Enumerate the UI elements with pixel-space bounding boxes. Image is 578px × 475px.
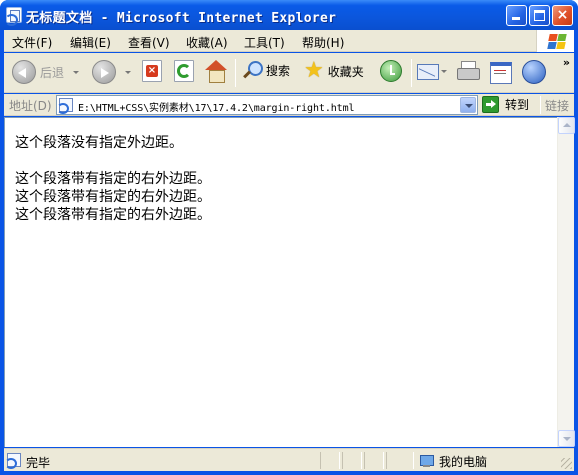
back-dropdown-icon[interactable] [73,70,80,74]
zone-label: 我的电脑 [439,455,488,469]
menu-view[interactable]: 查看(V) [128,34,170,51]
page-icon [57,98,73,114]
scroll-down-icon[interactable] [558,430,575,447]
forward-button[interactable] [92,60,131,84]
search-icon [242,60,263,80]
minimize-icon [512,17,520,20]
maximize-icon [534,10,545,21]
go-button[interactable]: 转到 [482,96,529,113]
vertical-scrollbar[interactable] [557,117,575,447]
menu-tools[interactable]: 工具(T) [244,34,285,51]
printer-icon [456,60,480,82]
address-dropdown-icon[interactable] [460,97,476,113]
paragraph-right-margin: 这个段落带有指定的右外边距。 [15,171,211,187]
close-icon: × [556,7,569,23]
edit-button[interactable] [488,60,512,84]
close-button[interactable]: × [552,5,573,26]
toolbar-separator [235,59,236,87]
refresh-icon [174,60,194,82]
back-arrow-icon [12,60,36,84]
security-zone[interactable]: 我的电脑 [419,453,487,470]
history-button[interactable] [380,60,402,82]
address-bar: 地址(D) E:\HTML+CSS\实例素材\17\17.4.2\margin-… [4,94,574,116]
home-button[interactable] [204,60,228,83]
ie-page-icon [5,7,22,26]
menu-favorites[interactable]: 收藏(A) [186,34,228,51]
paragraph-right-margin: 这个段落带有指定的右外边距。 [15,189,211,205]
home-icon [204,60,228,83]
toolbar-overflow-chevron-icon[interactable]: » [563,56,570,69]
history-icon [380,60,402,82]
status-bar: 完毕 我的电脑 [4,448,574,471]
status-pane [386,452,414,469]
status-pane [364,452,384,469]
page-content: 这个段落没有指定外边距。 这个段落带有指定的右外边距。 这个段落带有指定的右外边… [4,117,557,447]
forward-dropdown-icon[interactable] [125,70,131,74]
maximize-button[interactable] [529,5,550,26]
menu-file[interactable]: 文件(F) [12,34,52,51]
stop-icon: × [142,60,162,82]
menu-edit[interactable]: 编辑(E) [70,34,111,51]
go-arrow-icon [482,96,499,113]
print-button[interactable] [456,60,480,82]
favorites-label: 收藏夹 [327,64,364,79]
mail-icon [417,60,441,82]
window-title: 无标题文档 - Microsoft Internet Explorer [26,11,337,26]
mail-button[interactable] [417,60,447,82]
links-button[interactable]: 链接 [545,97,569,114]
scroll-up-icon[interactable] [558,117,575,134]
paragraph-right-margin: 这个段落带有指定的右外边距。 [15,207,211,223]
status-pane [320,452,340,469]
windows-logo-icon [536,30,574,52]
messenger-button[interactable] [522,60,546,84]
stop-button[interactable]: × [142,60,162,82]
refresh-button[interactable] [174,60,194,82]
status-pane [342,452,362,469]
menu-help[interactable]: 帮助(H) [302,34,344,51]
star-icon: ★ [304,58,324,83]
page-status-icon [5,453,21,469]
favorites-button[interactable]: ★ 收藏夹 [304,60,364,82]
links-separator [540,96,541,114]
back-button[interactable]: 后退 [12,60,80,84]
search-button[interactable]: 搜索 [242,60,290,80]
standard-toolbar: 后退 × 搜索 ★ 收藏夹 » [4,53,574,93]
title-bar[interactable]: 无标题文档 - Microsoft Internet Explorer × [0,0,578,30]
go-label: 转到 [505,98,530,112]
search-label: 搜索 [266,63,291,78]
my-computer-icon [419,455,434,468]
resize-grip-icon[interactable] [561,458,572,469]
forward-arrow-icon [92,60,116,84]
browser-window: 无标题文档 - Microsoft Internet Explorer × 文件… [0,0,578,475]
minimize-button[interactable] [506,5,527,26]
address-input[interactable]: E:\HTML+CSS\实例素材\17\17.4.2\margin-right.… [56,95,478,115]
status-text: 完毕 [26,456,51,470]
menu-bar: 文件(F) 编辑(E) 查看(V) 收藏(A) 工具(T) 帮助(H) [4,30,574,52]
edit-document-icon [488,60,512,84]
back-label: 后退 [40,65,65,80]
address-value: E:\HTML+CSS\实例素材\17\17.4.2\margin-right.… [78,103,355,114]
toolbar-separator [411,59,412,87]
address-label: 地址(D) [9,99,52,113]
messenger-icon [522,60,546,84]
mail-dropdown-icon[interactable] [441,69,447,73]
paragraph-no-margin: 这个段落没有指定外边距。 [15,135,183,151]
